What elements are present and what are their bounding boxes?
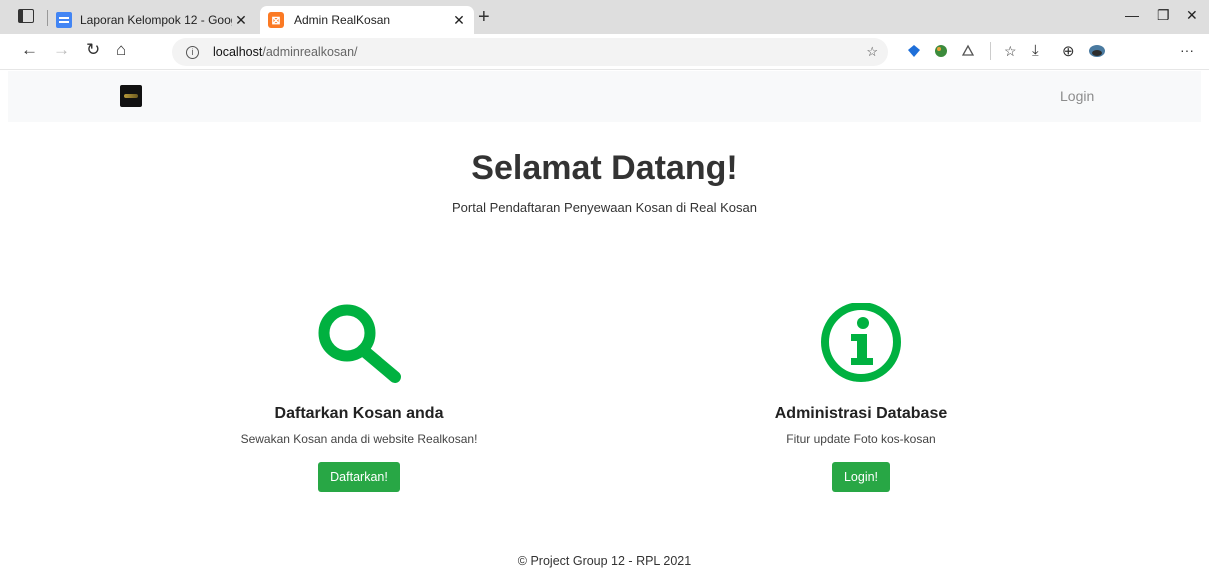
url-path: /adminrealkosan/ (262, 45, 358, 59)
restore-icon[interactable]: ❐ (1157, 7, 1170, 24)
nav-login-link[interactable]: Login (1060, 88, 1094, 104)
xampp-icon: ⊠ (268, 12, 284, 28)
page-title: Selamat Datang! (471, 149, 738, 187)
footer-copyright: © Project Group 12 - RPL 2021 (517, 554, 692, 568)
feature-description: Sewakan Kosan anda di website Realkosan! (240, 432, 478, 446)
daftarkan-button[interactable]: Daftarkan! (318, 462, 400, 492)
extension-blue-icon[interactable] (907, 44, 921, 58)
browser-tab-bar: Laporan Kelompok 12 - Google | ✕ ⊠ Admin… (0, 0, 1209, 34)
url-host: localhost (213, 45, 263, 59)
feature-admin: Administrasi Database Fitur update Foto … (711, 303, 1011, 492)
feature-title: Administrasi Database (774, 405, 948, 422)
favorites-icon[interactable]: ☆ (1004, 43, 1017, 60)
back-icon[interactable]: ← (21, 40, 38, 60)
tab-title: Admin RealKosan (294, 13, 391, 27)
feature-title: Daftarkan Kosan anda (274, 405, 444, 422)
refresh-icon[interactable]: ↻ (86, 40, 100, 60)
toolbar-divider (990, 42, 991, 60)
feature-description: Fitur update Foto kos-kosan (786, 432, 936, 446)
extension-triangle-icon[interactable] (961, 44, 975, 58)
site-info-icon[interactable]: i (186, 45, 199, 59)
brand-logo[interactable] (120, 85, 142, 107)
site-navbar: Login (8, 71, 1201, 122)
more-menu-icon[interactable]: ··· (1180, 42, 1194, 58)
new-tab-button[interactable]: + (478, 6, 490, 29)
extension-globe-icon[interactable] (934, 44, 948, 58)
close-window-icon[interactable]: ✕ (1186, 7, 1198, 24)
tab-actions-icon[interactable] (18, 9, 34, 23)
minimize-icon[interactable]: — (1125, 7, 1139, 23)
tab-laporan[interactable]: Laporan Kelompok 12 - Google | ✕ (56, 6, 256, 34)
close-tab-icon[interactable]: ✕ (450, 12, 468, 29)
collections-icon[interactable]: ⊕ (1062, 42, 1075, 60)
feature-register: Daftarkan Kosan anda Sewakan Kosan anda … (209, 303, 509, 492)
add-favorite-icon[interactable]: ☆ (866, 44, 878, 60)
search-icon (318, 304, 401, 383)
tab-admin-realkosan[interactable]: ⊠ Admin RealKosan ✕ (260, 6, 474, 34)
tab-separator (47, 10, 48, 26)
home-icon[interactable]: ⌂ (116, 40, 126, 60)
page-subtitle: Portal Pendaftaran Penyewaan Kosan di Re… (452, 200, 757, 215)
login-button[interactable]: Login! (831, 462, 891, 492)
tab-title: Laporan Kelompok 12 - Google | (80, 13, 232, 27)
google-docs-icon (56, 12, 72, 28)
downloads-icon[interactable]: ⤓ (1032, 42, 1039, 59)
info-icon (821, 303, 901, 382)
url-field[interactable]: i localhost/adminrealkosan/ ☆ (172, 38, 888, 66)
close-tab-icon[interactable]: ✕ (232, 12, 250, 29)
profile-avatar-icon[interactable] (1088, 44, 1106, 58)
address-bar: ← → ↻ ⌂ i localhost/adminrealkosan/ ☆ ☆ … (0, 34, 1209, 70)
forward-icon[interactable]: → (53, 40, 70, 60)
